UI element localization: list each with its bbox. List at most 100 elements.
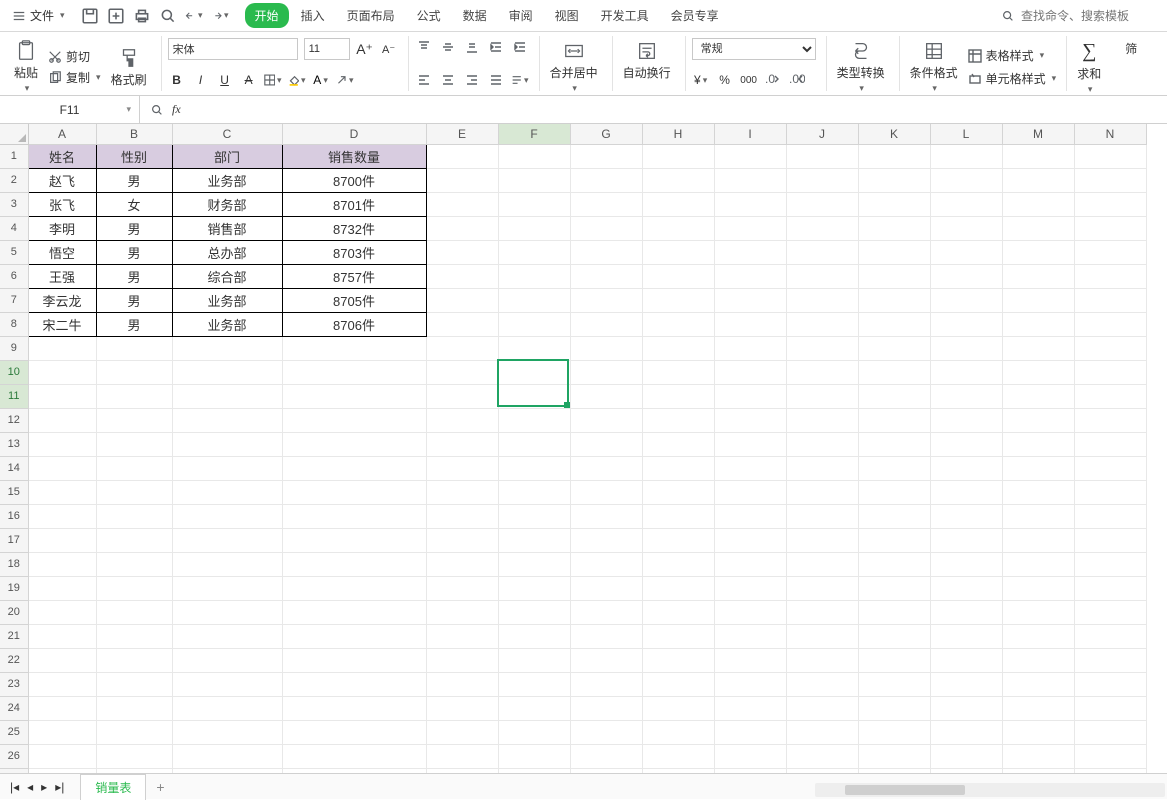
cell[interactable] — [930, 576, 1002, 600]
col-header[interactable]: A — [28, 124, 96, 144]
cell[interactable] — [570, 648, 642, 672]
row-header[interactable]: 10 — [0, 360, 28, 384]
cell[interactable] — [786, 288, 858, 312]
cell[interactable] — [570, 240, 642, 264]
cell[interactable] — [1074, 384, 1146, 408]
horizontal-scrollbar[interactable] — [815, 783, 1165, 797]
cell[interactable]: 8703件 — [282, 240, 426, 264]
cell[interactable] — [642, 312, 714, 336]
cell[interactable]: 业务部 — [172, 288, 282, 312]
cell[interactable] — [426, 432, 498, 456]
cell[interactable] — [282, 576, 426, 600]
bold-icon[interactable]: B — [168, 71, 186, 89]
cell[interactable] — [930, 528, 1002, 552]
cell[interactable] — [96, 720, 172, 744]
cell[interactable] — [96, 456, 172, 480]
increase-font-icon[interactable]: A⁺ — [356, 40, 374, 58]
cell[interactable] — [282, 696, 426, 720]
tab-member[interactable]: 会员专享 — [661, 3, 729, 28]
cell[interactable] — [570, 552, 642, 576]
cell[interactable] — [930, 648, 1002, 672]
cell[interactable] — [498, 384, 570, 408]
cell[interactable] — [930, 384, 1002, 408]
italic-icon[interactable]: I — [192, 71, 210, 89]
cell[interactable] — [28, 696, 96, 720]
cell[interactable] — [858, 624, 930, 648]
fill-color-icon[interactable] — [288, 71, 306, 89]
cell[interactable] — [282, 528, 426, 552]
cell[interactable] — [930, 696, 1002, 720]
cell[interactable] — [28, 360, 96, 384]
cell[interactable] — [858, 696, 930, 720]
cell[interactable] — [96, 504, 172, 528]
cell[interactable] — [570, 288, 642, 312]
cell[interactable] — [570, 312, 642, 336]
row-header[interactable]: 17 — [0, 528, 28, 552]
cell[interactable] — [426, 576, 498, 600]
filter-button[interactable]: 筛 — [1121, 38, 1141, 59]
cell[interactable]: 男 — [96, 216, 172, 240]
cell[interactable] — [570, 456, 642, 480]
cell[interactable] — [426, 216, 498, 240]
cell[interactable] — [570, 744, 642, 768]
cell[interactable] — [714, 528, 786, 552]
cell[interactable] — [714, 216, 786, 240]
cell[interactable] — [96, 648, 172, 672]
cell[interactable] — [786, 192, 858, 216]
align-middle-icon[interactable] — [439, 38, 457, 56]
row-header[interactable]: 6 — [0, 264, 28, 288]
cell[interactable] — [282, 744, 426, 768]
cell[interactable] — [498, 720, 570, 744]
cell[interactable] — [1074, 288, 1146, 312]
cell[interactable]: 张飞 — [28, 192, 96, 216]
cell[interactable] — [930, 744, 1002, 768]
cell[interactable] — [858, 216, 930, 240]
format-painter-button[interactable]: 格式刷 — [107, 45, 151, 90]
cell[interactable] — [714, 600, 786, 624]
cell[interactable] — [172, 408, 282, 432]
cell[interactable] — [426, 504, 498, 528]
cell[interactable] — [498, 312, 570, 336]
cell[interactable] — [1074, 624, 1146, 648]
cell[interactable] — [282, 600, 426, 624]
cell[interactable] — [426, 720, 498, 744]
cell[interactable] — [786, 360, 858, 384]
search-fx-icon[interactable] — [150, 103, 164, 117]
cell[interactable] — [426, 480, 498, 504]
currency-icon[interactable]: ¥ — [692, 71, 710, 89]
cell[interactable] — [498, 552, 570, 576]
cell[interactable] — [714, 288, 786, 312]
align-center-icon[interactable] — [439, 71, 457, 89]
cell[interactable] — [930, 624, 1002, 648]
cell[interactable] — [930, 336, 1002, 360]
align-top-icon[interactable] — [415, 38, 433, 56]
cell[interactable]: 男 — [96, 240, 172, 264]
cell[interactable] — [930, 288, 1002, 312]
cell[interactable] — [282, 648, 426, 672]
cell[interactable] — [786, 264, 858, 288]
cell[interactable] — [96, 600, 172, 624]
cell[interactable] — [28, 408, 96, 432]
decrease-font-icon[interactable]: A⁻ — [380, 40, 398, 58]
cell[interactable]: 悟空 — [28, 240, 96, 264]
redo-icon[interactable] — [211, 7, 229, 25]
cell[interactable] — [714, 576, 786, 600]
cell[interactable] — [858, 240, 930, 264]
align-right-icon[interactable] — [463, 71, 481, 89]
cell[interactable] — [642, 336, 714, 360]
underline-icon[interactable]: U — [216, 71, 234, 89]
col-header[interactable]: K — [858, 124, 930, 144]
cell[interactable] — [930, 720, 1002, 744]
cell[interactable] — [786, 312, 858, 336]
cell[interactable] — [1002, 336, 1074, 360]
cell[interactable] — [426, 648, 498, 672]
cell[interactable] — [426, 144, 498, 168]
tab-review[interactable]: 审阅 — [499, 3, 543, 28]
cell[interactable] — [930, 600, 1002, 624]
cell[interactable] — [642, 240, 714, 264]
cell[interactable] — [570, 672, 642, 696]
row-header[interactable]: 16 — [0, 504, 28, 528]
cell[interactable] — [642, 264, 714, 288]
save-icon[interactable] — [81, 7, 99, 25]
cell[interactable] — [28, 528, 96, 552]
